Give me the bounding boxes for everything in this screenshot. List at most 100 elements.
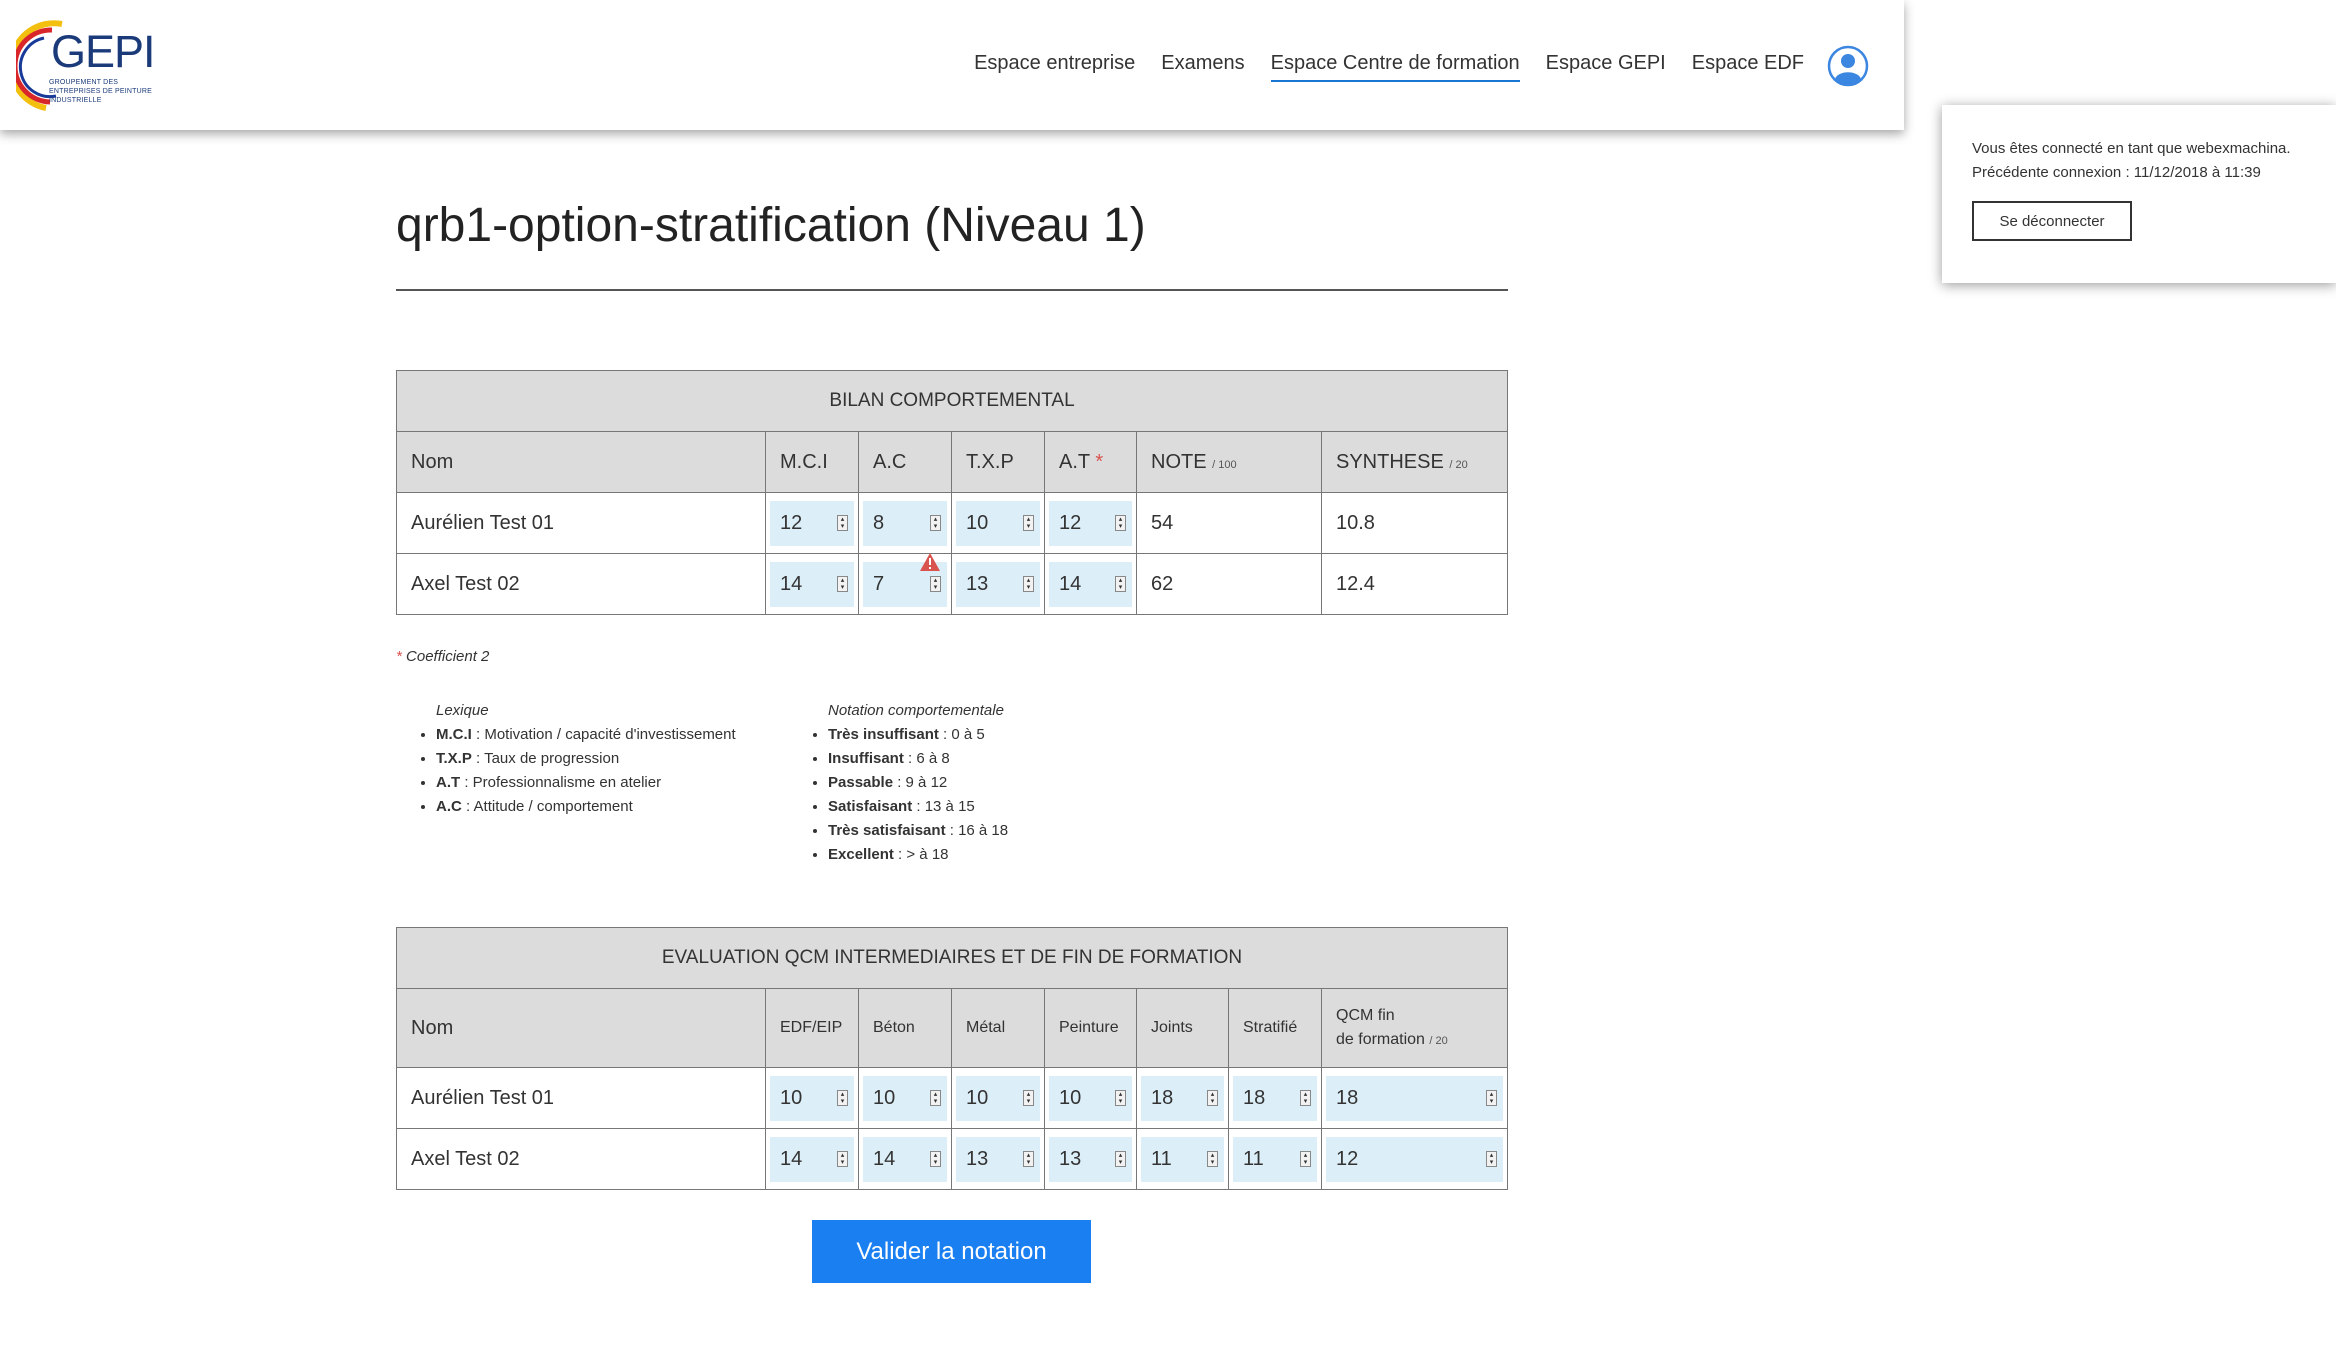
logo-text: GEPI xyxy=(51,26,156,77)
peinture-input[interactable]: 13 ▴ ▾ xyxy=(1049,1136,1132,1182)
col-synthese: SYNTHESE / 20 xyxy=(1320,431,1509,493)
top-header: GEPI GROUPEMENT DES ENTREPRISES DE PEINT… xyxy=(0,0,1904,130)
lexique-title: Lexique xyxy=(436,702,489,719)
spinner-arrows-icon[interactable]: ▴ ▾ xyxy=(1023,1150,1034,1167)
bilan-table: BILAN COMPORTEMENTAL Nom M.C.I A.C T.X.P… xyxy=(395,370,1509,615)
input-value: 11 xyxy=(1243,1147,1264,1170)
at-input[interactable]: 14 ▴ ▾ xyxy=(1049,561,1132,607)
col-note-unit: / 100 xyxy=(1212,458,1237,471)
col-ac: A.C xyxy=(858,431,952,493)
joints-input[interactable]: 18 ▴ ▾ xyxy=(1141,1075,1224,1121)
spinner-arrows-icon[interactable]: ▴ ▾ xyxy=(930,1089,941,1106)
nav-espace-centre-formation[interactable]: Espace Centre de formation xyxy=(1270,52,1520,82)
nav-espace-gepi[interactable]: Espace GEPI xyxy=(1546,52,1666,82)
nav-examens[interactable]: Examens xyxy=(1161,52,1244,82)
lexique-block: Lexique M.C.I : Motivation / capacité d'… xyxy=(422,702,736,819)
col-txp: T.X.P xyxy=(951,431,1045,493)
qcm-fin-input[interactable]: 12 ▴ ▾ xyxy=(1326,1136,1504,1182)
row-name: Axel Test 02 xyxy=(396,1128,766,1190)
edf-eip-input[interactable]: 10 ▴ ▾ xyxy=(770,1075,854,1121)
term: Très satisfaisant xyxy=(828,822,946,839)
coefficient-note: * Coefficient 2 xyxy=(396,648,489,665)
mci-input[interactable]: 12 ▴ ▾ xyxy=(770,500,854,546)
qcm-table: EVALUATION QCM INTERMEDIAIRES ET DE FIN … xyxy=(395,927,1509,1190)
spinner-arrows-icon[interactable]: ▴ ▾ xyxy=(837,1089,848,1106)
ac-input[interactable]: 8 ▴ ▾ xyxy=(863,500,947,546)
col-qcm-fin-line2: de formation xyxy=(1336,1030,1425,1048)
spinner-arrows-icon[interactable]: ▴ ▾ xyxy=(837,1150,848,1167)
term: A.T xyxy=(436,774,461,791)
input-value: 18 xyxy=(1151,1086,1174,1109)
col-note-label: NOTE xyxy=(1151,450,1207,473)
stratifie-input[interactable]: 18 ▴ ▾ xyxy=(1233,1075,1317,1121)
spinner-arrows-icon[interactable]: ▴ ▾ xyxy=(1207,1150,1218,1167)
term: Très insuffisant xyxy=(828,726,939,743)
spinner-arrows-icon[interactable]: ▴ ▾ xyxy=(1486,1089,1498,1106)
stratifie-input[interactable]: 11 ▴ ▾ xyxy=(1233,1136,1317,1182)
spinner-arrows-icon[interactable]: ▴ ▾ xyxy=(1486,1150,1498,1167)
col-beton: Béton xyxy=(858,988,952,1068)
edf-eip-input[interactable]: 14 ▴ ▾ xyxy=(770,1136,854,1182)
metal-input[interactable]: 10 ▴ ▾ xyxy=(956,1075,1040,1121)
spinner-arrows-icon[interactable]: ▴ ▾ xyxy=(837,514,848,531)
gepi-logo[interactable]: GEPI GROUPEMENT DES ENTREPRISES DE PEINT… xyxy=(8,16,156,114)
main-nav: Espace entreprise Examens Espace Centre … xyxy=(974,52,1804,82)
definition: : Motivation / capacité d'investissement xyxy=(471,726,736,743)
list-item: Insuffisant : 6 à 8 xyxy=(828,747,1008,771)
spinner-arrows-icon[interactable]: ▴ ▾ xyxy=(1115,1150,1126,1167)
list-item: Satisfaisant : 13 à 15 xyxy=(828,795,1008,819)
metal-input[interactable]: 13 ▴ ▾ xyxy=(956,1136,1040,1182)
col-qcm-fin-unit: / 20 xyxy=(1429,1034,1448,1047)
input-value: 7 xyxy=(873,572,885,595)
nav-espace-entreprise[interactable]: Espace entreprise xyxy=(974,52,1135,82)
nav-espace-edf[interactable]: Espace EDF xyxy=(1692,52,1804,82)
spinner-arrows-icon[interactable]: ▴ ▾ xyxy=(1023,514,1034,531)
spinner-arrows-icon[interactable]: ▴ ▾ xyxy=(1300,1150,1311,1167)
logout-button[interactable]: Se déconnecter xyxy=(1972,201,2132,241)
spinner-arrows-icon[interactable]: ▴ ▾ xyxy=(1115,1089,1126,1106)
spinner-arrows-icon[interactable]: ▴ ▾ xyxy=(930,575,941,592)
input-value: 13 xyxy=(1059,1147,1082,1170)
peinture-input[interactable]: 10 ▴ ▾ xyxy=(1049,1075,1132,1121)
col-synthese-label: SYNTHESE xyxy=(1336,450,1444,473)
definition: : 0 à 5 xyxy=(938,726,985,743)
list-item: A.T : Professionnalisme en atelier xyxy=(436,771,736,795)
mci-input[interactable]: 14 ▴ ▾ xyxy=(770,561,854,607)
col-edf-eip: EDF/EIP xyxy=(765,988,859,1068)
definition: : 6 à 8 xyxy=(903,750,950,767)
list-item: Passable : 9 à 12 xyxy=(828,771,1008,795)
spinner-arrows-icon[interactable]: ▴ ▾ xyxy=(1115,575,1126,592)
txp-input[interactable]: 10 ▴ ▾ xyxy=(956,500,1040,546)
spinner-arrows-icon[interactable]: ▴ ▾ xyxy=(930,514,941,531)
spinner-arrows-icon[interactable]: ▴ ▾ xyxy=(1023,1089,1034,1106)
spinner-arrows-icon[interactable]: ▴ ▾ xyxy=(1023,575,1034,592)
qcm-fin-input[interactable]: 18 ▴ ▾ xyxy=(1326,1075,1504,1121)
col-stratifie: Stratifié xyxy=(1228,988,1322,1068)
beton-input[interactable]: 10 ▴ ▾ xyxy=(863,1075,947,1121)
input-value: 12 xyxy=(780,511,803,534)
joints-input[interactable]: 11 ▴ ▾ xyxy=(1141,1136,1224,1182)
validate-notation-button[interactable]: Valider la notation xyxy=(812,1220,1091,1283)
spinner-arrows-icon[interactable]: ▴ ▾ xyxy=(1115,514,1126,531)
warning-icon xyxy=(920,552,940,571)
definition: : Professionnalisme en atelier xyxy=(460,774,662,791)
table-row: Aurélien Test 01 12 ▴ ▾ 8 ▴ ▾ 10 ▴ ▾ 12 ▴ ▾ 54 1… xyxy=(396,492,1509,554)
spinner-arrows-icon[interactable]: ▴ ▾ xyxy=(1207,1089,1218,1106)
definition: : 16 à 18 xyxy=(945,822,1009,839)
row-name: Axel Test 02 xyxy=(396,553,766,615)
row-name: Aurélien Test 01 xyxy=(396,1067,766,1129)
beton-input[interactable]: 14 ▴ ▾ xyxy=(863,1136,947,1182)
ac-input[interactable]: 7 ▴ ▾ xyxy=(863,552,947,607)
input-value: 10 xyxy=(1059,1086,1082,1109)
col-qcm-fin: QCM fin de formation / 20 xyxy=(1320,988,1509,1068)
spinner-arrows-icon[interactable]: ▴ ▾ xyxy=(1300,1089,1311,1106)
spinner-arrows-icon[interactable]: ▴ ▾ xyxy=(837,575,848,592)
col-qcm-fin-line1: QCM fin xyxy=(1336,1006,1395,1024)
user-avatar-icon[interactable] xyxy=(1827,45,1869,87)
list-item: Très satisfaisant : 16 à 18 xyxy=(828,819,1008,843)
at-input[interactable]: 12 ▴ ▾ xyxy=(1049,500,1132,546)
spinner-arrows-icon[interactable]: ▴ ▾ xyxy=(930,1150,941,1167)
definition: : 9 à 12 xyxy=(893,774,948,791)
txp-input[interactable]: 13 ▴ ▾ xyxy=(956,561,1040,607)
definition: : > à 18 xyxy=(893,846,949,863)
